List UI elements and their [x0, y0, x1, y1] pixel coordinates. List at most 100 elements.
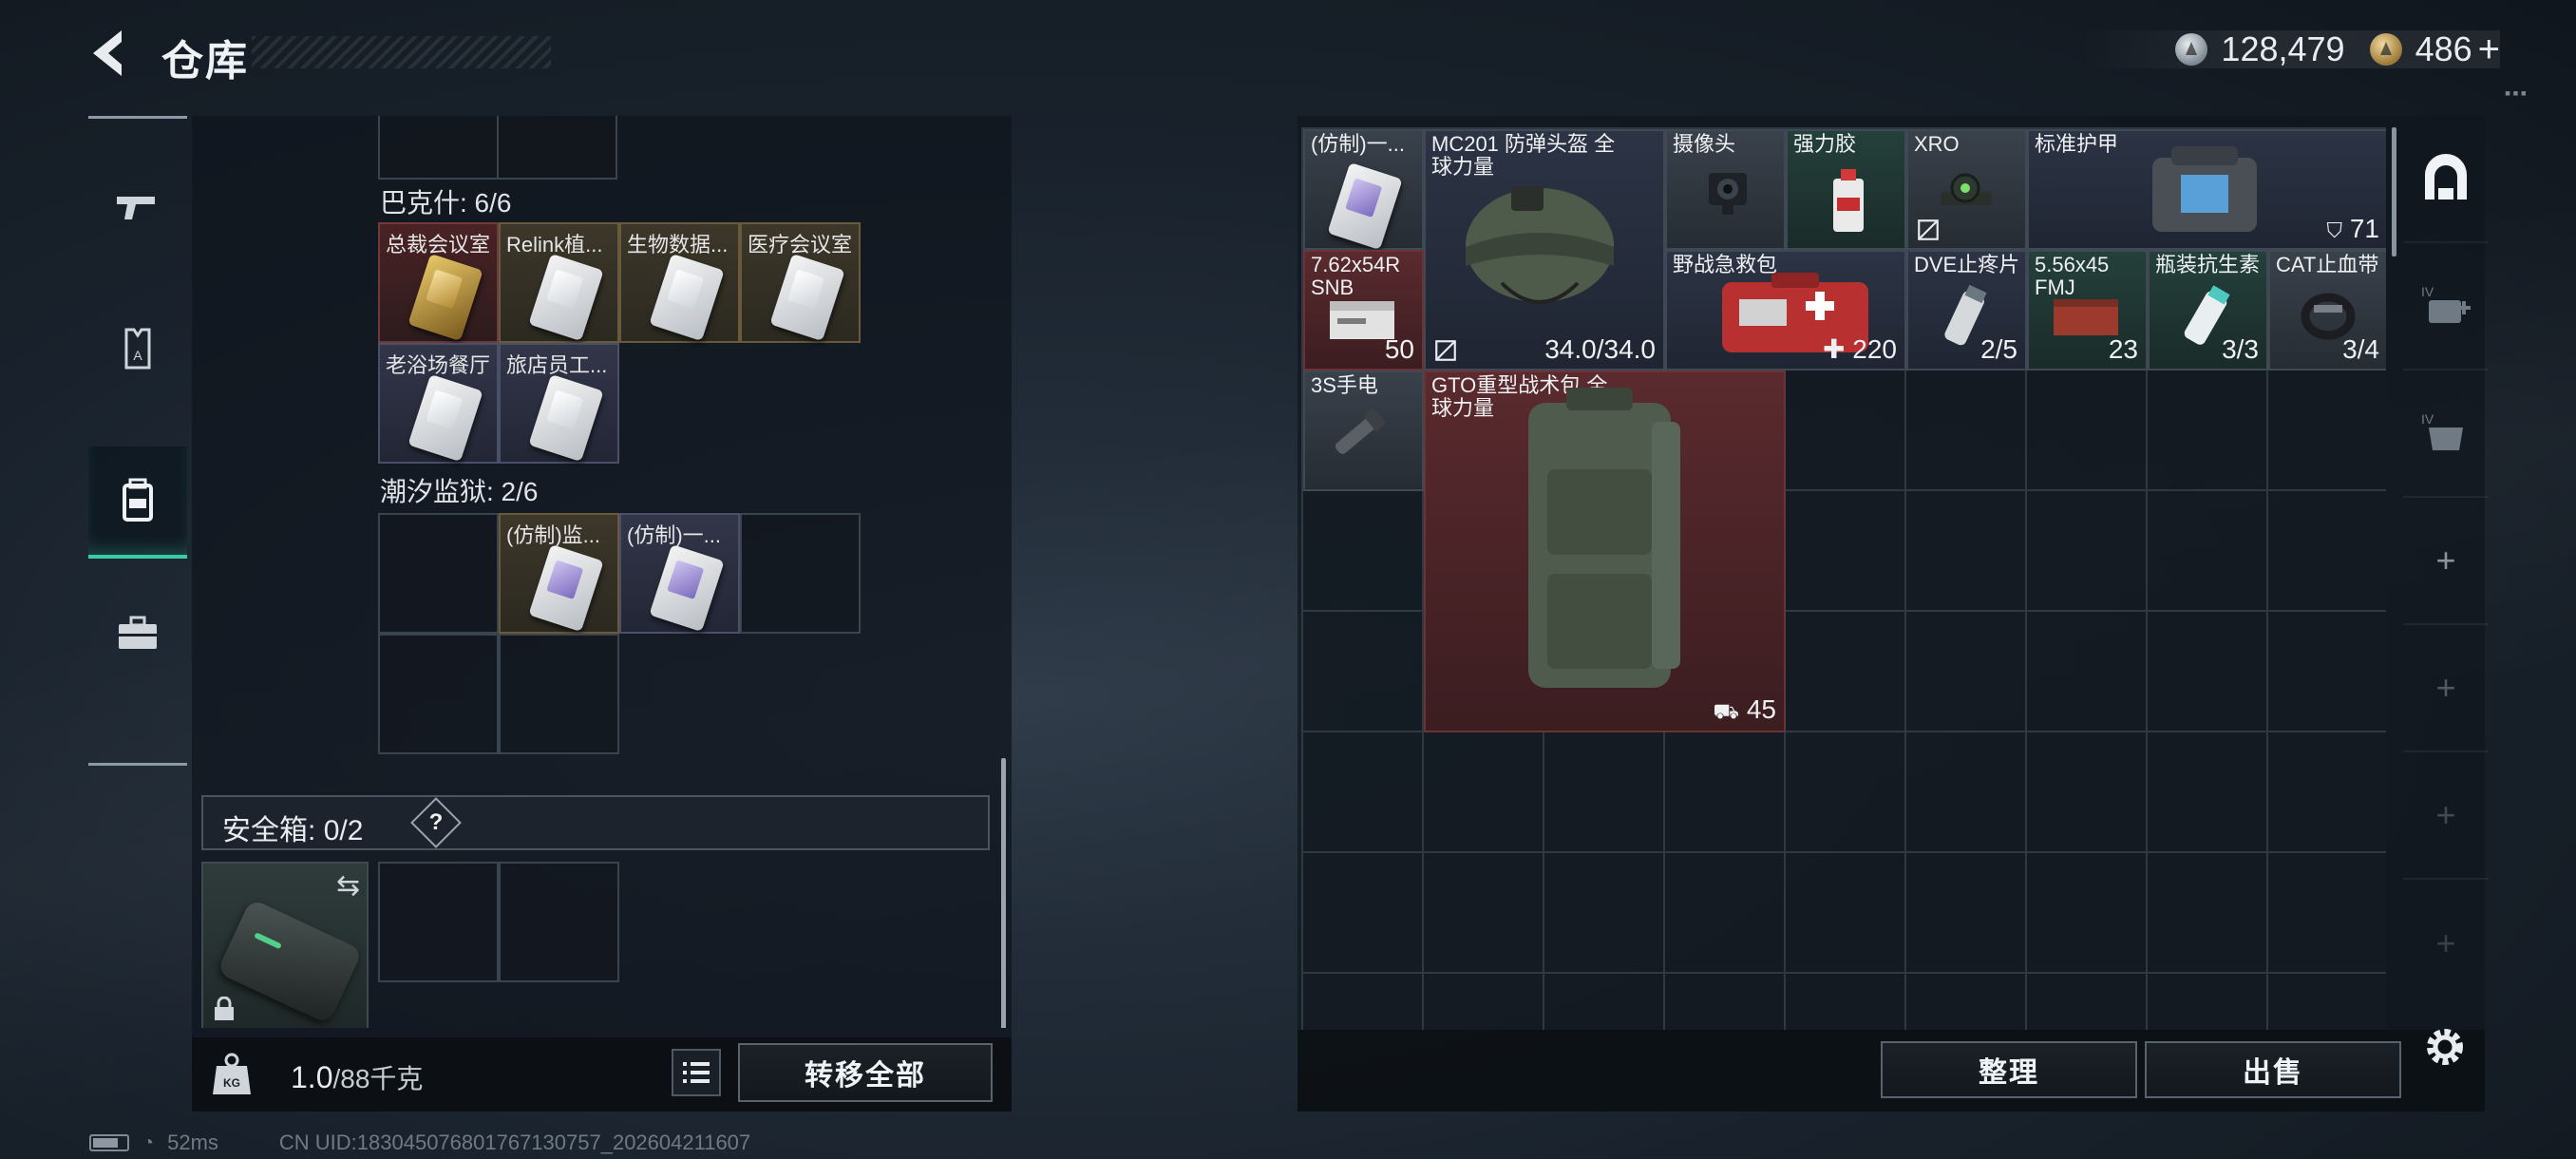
not-insured-icon: [1435, 340, 1456, 361]
secure-case-icon: [216, 898, 364, 1025]
keycard-slot[interactable]: Relink植...: [499, 222, 619, 343]
inventory-item-medkit[interactable]: 野战急救包 ✚ 220: [1665, 250, 1906, 370]
inventory-item[interactable]: XRO: [1906, 129, 2027, 250]
item-label: 强力胶: [1793, 133, 1857, 156]
transfer-all-button[interactable]: 转移全部: [738, 1043, 993, 1102]
nav-toolbox[interactable]: [88, 584, 187, 683]
user-uid: CN UID:183045076801767130757_20260421160…: [278, 1130, 751, 1154]
heal-plus-icon: ✚: [1823, 334, 1846, 364]
iv-armor-icon: IV: [2421, 411, 2463, 450]
keycard-icon: [649, 543, 725, 633]
iv-medkit-icon: IV: [2421, 284, 2471, 323]
item-count: 3/3: [2222, 334, 2259, 364]
keycard-label: (仿制)监...: [506, 523, 600, 547]
sell-button[interactable]: 出售: [2145, 1041, 2401, 1098]
keycard-slot[interactable]: 总裁会议室: [378, 222, 499, 343]
keycard-icon: [1327, 162, 1403, 251]
svg-text:KG: KG: [223, 1076, 240, 1090]
nav-backpack[interactable]: [88, 446, 187, 559]
item-count: 50: [1384, 334, 1414, 364]
keycard-slot[interactable]: 医疗会议室: [740, 222, 861, 343]
add-currency-button[interactable]: +: [2478, 28, 2500, 71]
keycard-slot[interactable]: 老浴场餐厅: [378, 343, 499, 464]
inventory-item[interactable]: 摄像头: [1665, 129, 1786, 250]
battery-icon: [89, 1134, 129, 1151]
inventory-item[interactable]: CAT止血带 3/4: [2268, 250, 2386, 370]
keycard-slot[interactable]: (仿制)一...: [619, 513, 740, 634]
keycard-icon: [649, 253, 725, 342]
inventory-scrollbar[interactable]: [2392, 127, 2396, 256]
stash-scroll-area[interactable]: 巴克什: 6/6 总裁会议室 Relink植... 生物数据... 医疗会议室 …: [192, 116, 1012, 1028]
shield-icon: ⛉: [2326, 218, 2343, 242]
swap-icon[interactable]: ⇆: [336, 869, 360, 902]
nav-armor[interactable]: A: [88, 299, 187, 398]
menu-dots: ▪▪▪: [2504, 84, 2529, 103]
weight-icon: KG: [213, 1053, 251, 1094]
item-label: 3S手电: [1311, 374, 1378, 397]
safe-box-header: 安全箱: 0/2 ?: [201, 795, 990, 850]
nav-weapons[interactable]: [88, 157, 187, 256]
sort-button[interactable]: 整理: [1881, 1041, 2137, 1098]
inventory-item-ammo[interactable]: 7.62x54R SNB 50: [1303, 250, 1424, 370]
section-title-baksh: 巴克什: 6/6: [380, 188, 512, 218]
tactical-backpack-icon: [1528, 388, 1680, 688]
inventory-item-backpack[interactable]: GTO重型战术包 全球力量 ⛟ 45: [1424, 370, 1786, 732]
stash-slot-empty[interactable]: [740, 513, 861, 634]
add-container-slot[interactable]: +: [2403, 752, 2489, 880]
list-view-button[interactable]: [672, 1049, 721, 1096]
inventory-item[interactable]: DVE止疼片 2/5: [1906, 250, 2027, 370]
inventory-item[interactable]: 强力胶: [1786, 129, 1906, 250]
safe-box-empty-slot[interactable]: [378, 862, 499, 982]
ping-value: 52ms: [167, 1130, 218, 1154]
keycard-slot[interactable]: (仿制)监...: [499, 513, 619, 634]
safe-box-empty-slot[interactable]: [499, 862, 619, 982]
inventory-item-ammo[interactable]: 5.56x45 FMJ 23: [2027, 250, 2148, 370]
add-container-slot[interactable]: +: [2403, 880, 2489, 1007]
inventory-item-helmet[interactable]: MC201 防弹头盔 全球力量 34.0/34.0: [1424, 129, 1665, 370]
keycard-slot[interactable]: 旅店员工...: [499, 343, 619, 464]
settings-gear-icon[interactable]: [2420, 1022, 2470, 1072]
help-button[interactable]: ?: [410, 797, 462, 848]
stash-slot-empty[interactable]: [497, 116, 617, 180]
inventory-item[interactable]: 3S手电: [1303, 370, 1424, 491]
item-count: 2/5: [1980, 334, 2017, 364]
item-label: DVE止疼片: [1914, 254, 2020, 276]
inventory-item-armor[interactable]: 标准护甲 ⛉ 71: [2027, 129, 2386, 250]
keycard-icon: [528, 253, 604, 342]
keycard-label: 医疗会议室: [748, 233, 853, 256]
stash-scrollbar[interactable]: [1001, 758, 1006, 1028]
stash-slot-empty[interactable]: [378, 513, 499, 634]
svg-text:A: A: [133, 348, 142, 363]
vest-icon: A: [124, 328, 151, 370]
item-label: XRO: [1914, 133, 1960, 156]
nav-iv-medical[interactable]: IV: [2403, 243, 2489, 370]
inventory-grid[interactable]: (仿制)一... MC201 防弹头盔 全球力量 34.0/34.0 摄像头 强…: [1301, 127, 2386, 1030]
keycard-icon: [769, 253, 845, 342]
section-title-tidal-prison: 潮汐监狱: 2/6: [380, 477, 539, 506]
add-container-slot[interactable]: +: [2403, 498, 2489, 625]
item-armor-value: ⛉ 71: [2326, 214, 2379, 243]
plus-icon: +: [2435, 795, 2456, 834]
nav-main-container[interactable]: [2403, 116, 2489, 243]
home-base-icon: [2425, 154, 2467, 200]
gold-currency-value: 486: [2415, 29, 2472, 68]
page-title: 仓库: [161, 38, 249, 85]
keycard-label: 旅店员工...: [506, 353, 608, 377]
keycard-icon: [528, 373, 604, 463]
inventory-item[interactable]: (仿制)一...: [1303, 129, 1424, 251]
keycard-slot[interactable]: 生物数据...: [619, 222, 740, 343]
inventory-item[interactable]: 瓶装抗生素 3/3: [2148, 250, 2268, 370]
stash-slot-empty[interactable]: [378, 634, 499, 754]
nav-iv-armor[interactable]: IV: [2403, 370, 2489, 498]
backpack-inventory-panel: (仿制)一... MC201 防弹头盔 全球力量 34.0/34.0 摄像头 强…: [1297, 116, 2485, 1112]
wifi-icon: ◔: [142, 1131, 155, 1153]
item-capacity: ⛟ 45: [1713, 694, 1776, 724]
back-arrow-icon[interactable]: [84, 25, 141, 82]
stash-slot-empty[interactable]: [378, 116, 499, 180]
safe-box-slot[interactable]: ⇆: [201, 862, 369, 1028]
plus-icon: +: [2435, 541, 2456, 580]
svg-text:IV: IV: [2421, 284, 2434, 299]
stash-slot-empty[interactable]: [499, 634, 619, 754]
add-container-slot[interactable]: +: [2403, 625, 2489, 752]
status-footer: ◔ 52ms CN UID:183045076801767130757_2026…: [89, 1130, 750, 1155]
